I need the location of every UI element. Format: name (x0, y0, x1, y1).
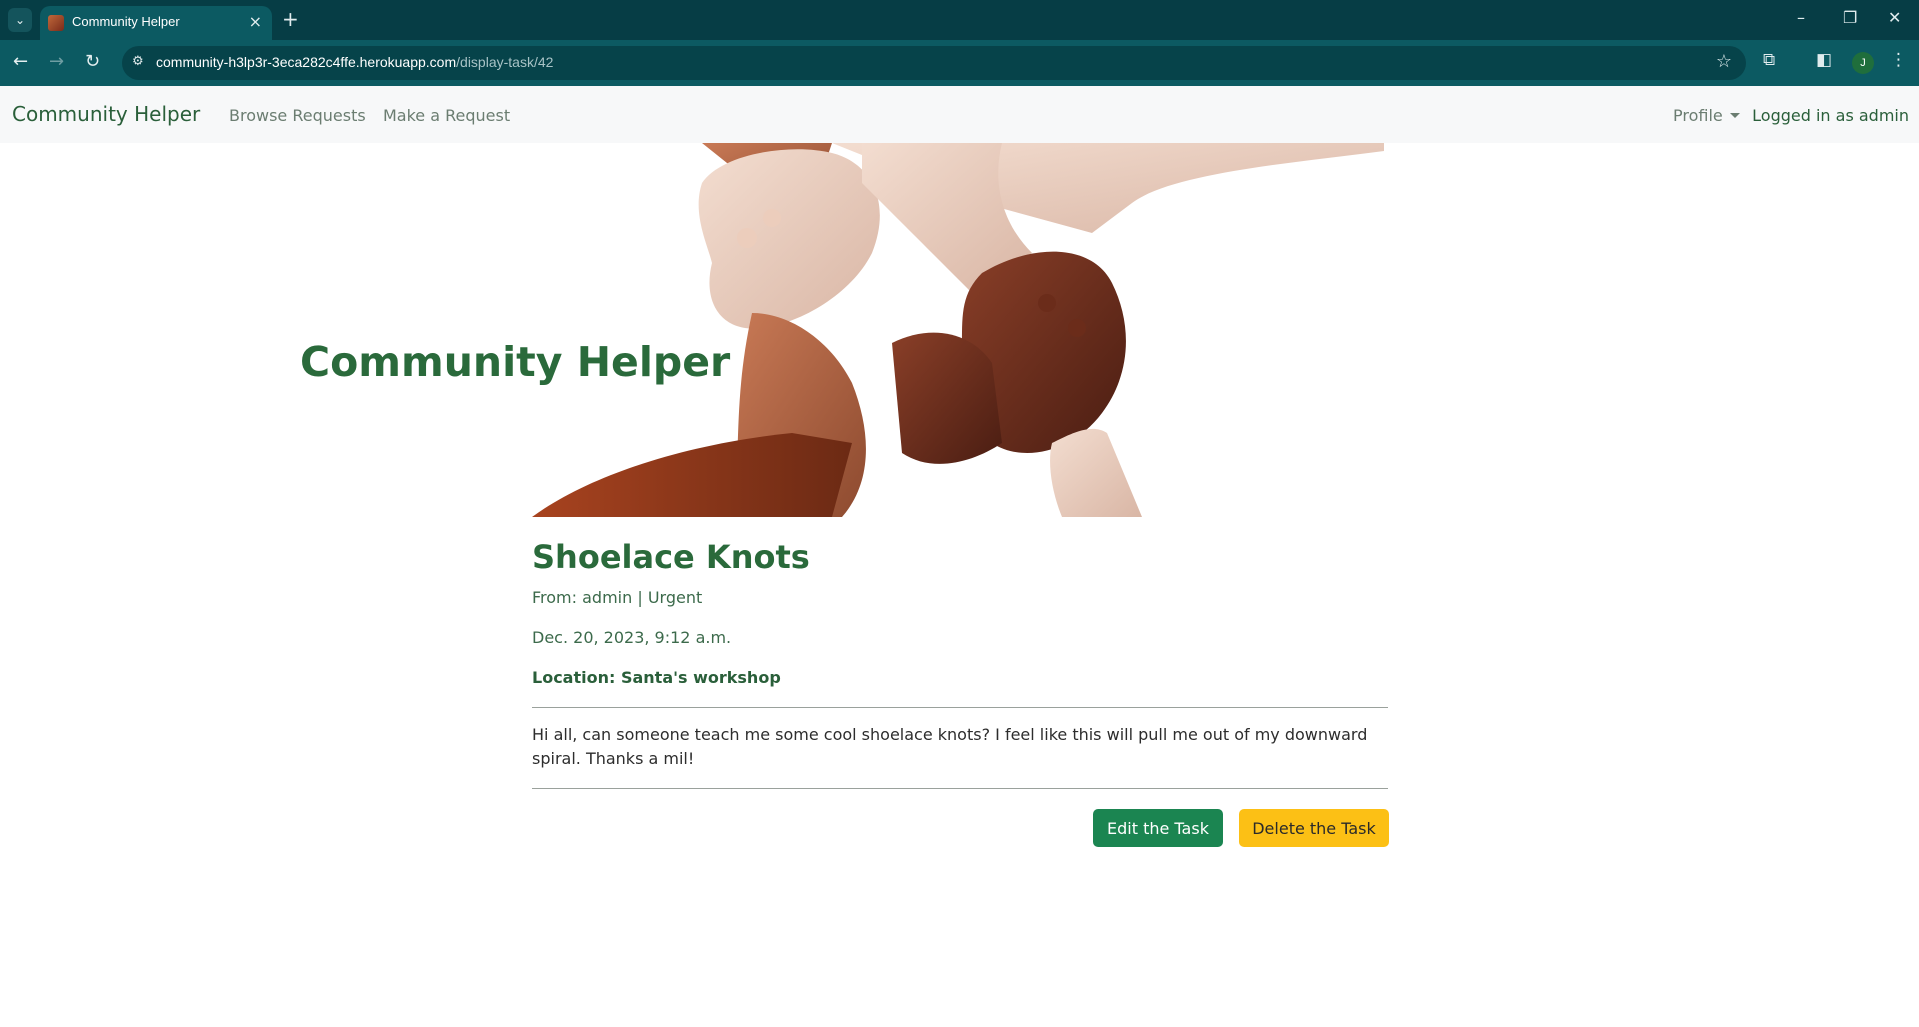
restore-icon[interactable]: ❐ (1843, 8, 1857, 27)
browser-tab[interactable]: Community Helper × (40, 6, 272, 40)
site-navbar: Community Helper Browse Requests Make a … (0, 86, 1919, 143)
close-window-icon[interactable]: ✕ (1888, 8, 1901, 27)
browser-tab-bar: ⌄ Community Helper × + – ❐ ✕ (0, 0, 1919, 40)
forward-icon[interactable]: → (49, 51, 64, 72)
nav-make-request[interactable]: Make a Request (383, 106, 510, 125)
address-bar[interactable]: ⚙ community-h3lp3r-3eca282c4ffe.herokuap… (122, 46, 1746, 80)
login-status: Logged in as admin (1752, 106, 1909, 125)
tab-title: Community Helper (72, 14, 180, 29)
side-panel-icon[interactable]: ◧ (1816, 50, 1832, 70)
task-body: Hi all, can someone teach me some cool s… (532, 725, 1368, 768)
divider (532, 707, 1388, 708)
browser-toolbar: ← → ↻ ⚙ community-h3lp3r-3eca282c4ffe.he… (0, 40, 1919, 86)
delete-task-button[interactable]: Delete the Task (1239, 809, 1389, 847)
hero-title: Community Helper (300, 338, 731, 386)
close-tab-icon[interactable]: × (249, 12, 262, 31)
edit-task-button[interactable]: Edit the Task (1093, 809, 1223, 847)
back-icon[interactable]: ← (13, 51, 28, 72)
site-info-icon[interactable]: ⚙ (132, 54, 150, 72)
navbar-brand[interactable]: Community Helper (12, 102, 200, 126)
hero-hands-image (532, 143, 1384, 517)
new-tab-icon[interactable]: + (282, 7, 299, 31)
profile-avatar[interactable]: J (1852, 52, 1874, 74)
nav-browse-requests[interactable]: Browse Requests (229, 106, 366, 125)
task-date: Dec. 20, 2023, 9:12 a.m. (532, 628, 732, 647)
reload-icon[interactable]: ↻ (85, 51, 100, 72)
favicon-icon (48, 15, 64, 31)
bookmark-star-icon[interactable]: ☆ (1716, 51, 1732, 72)
divider (532, 788, 1388, 789)
minimize-icon[interactable]: – (1797, 8, 1805, 27)
url-text[interactable]: community-h3lp3r-3eca282c4ffe.herokuapp.… (156, 54, 553, 70)
task-location: Location: Santa's workshop (532, 668, 781, 687)
task-title: Shoelace Knots (532, 538, 810, 576)
task-from-line: From: admin | Urgent (532, 588, 703, 607)
menu-icon[interactable]: ⋮ (1890, 50, 1907, 70)
tab-search-icon[interactable]: ⌄ (8, 8, 32, 32)
extensions-icon[interactable]: ⧉ (1763, 50, 1775, 70)
nav-profile-dropdown[interactable]: Profile (1673, 106, 1740, 125)
